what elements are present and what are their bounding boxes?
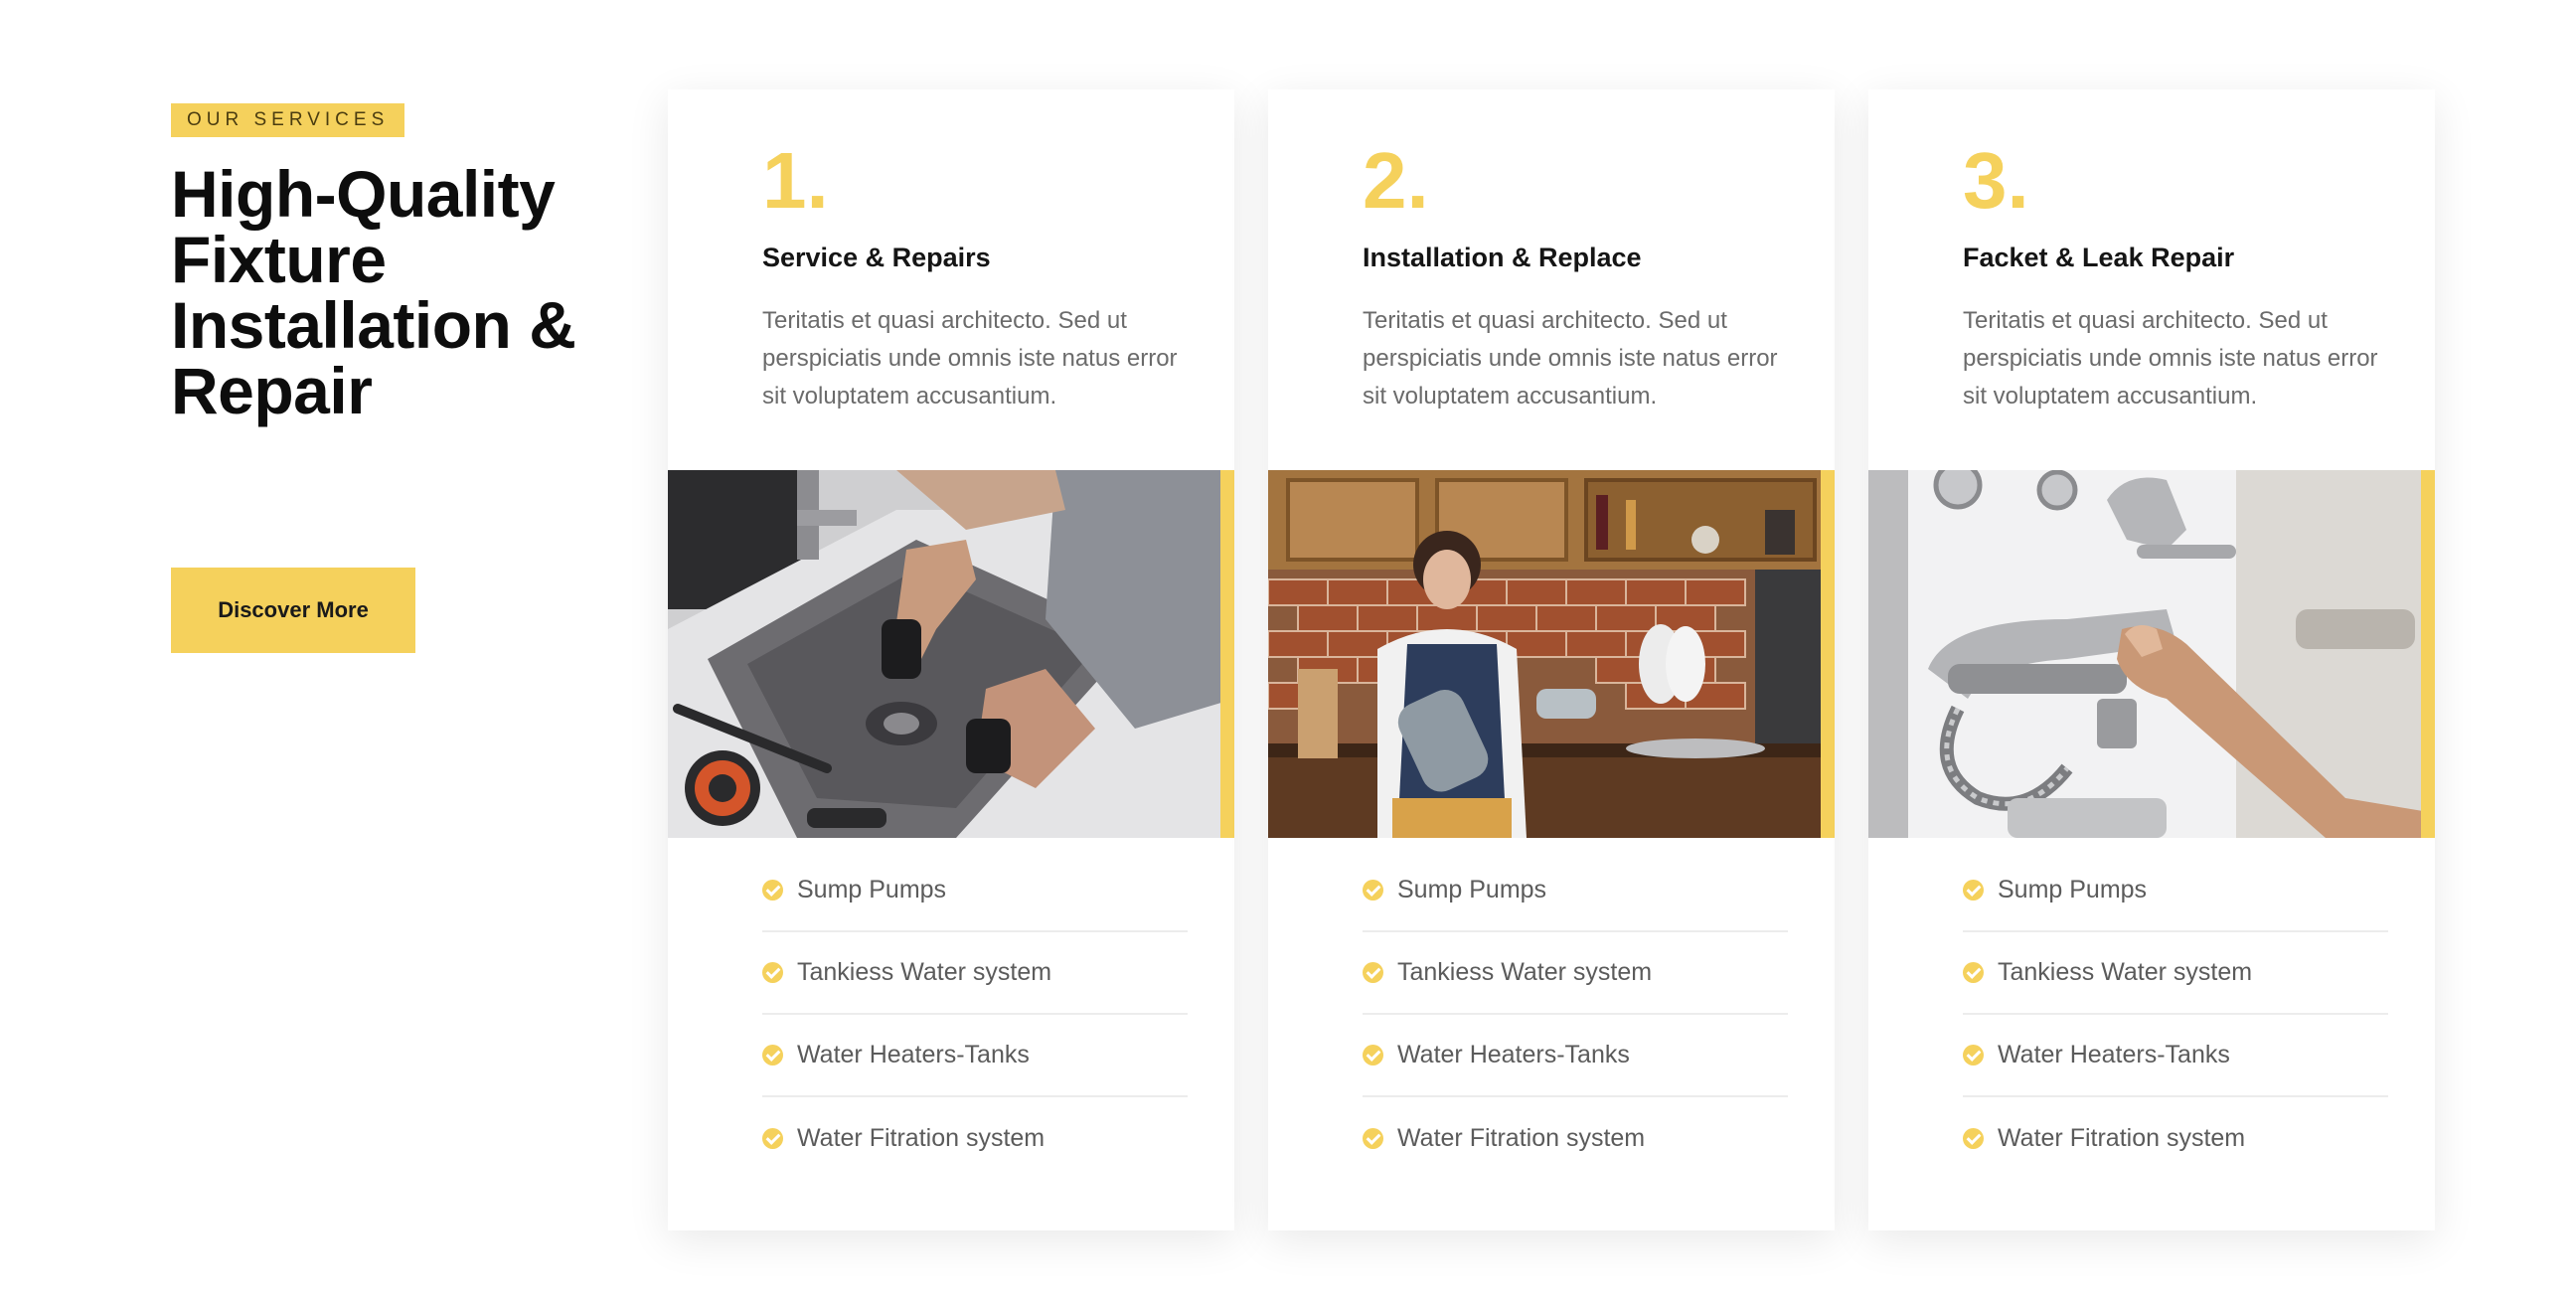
check-circle-icon: [1363, 1045, 1383, 1066]
list-item: Tankiess Water system: [1363, 932, 1788, 1015]
list-item: Water Heaters-Tanks: [1363, 1015, 1788, 1097]
card-description: Teritatis et quasi architecto. Sed ut pe…: [1363, 307, 1778, 410]
list-item: Water Fitration system: [1363, 1097, 1788, 1180]
list-item: Tankiess Water system: [1963, 932, 2388, 1015]
card-number: 3.: [1963, 136, 2029, 225]
section-eyebrow: OUR SERVICES: [171, 103, 405, 137]
card-description: Teritatis et quasi architecto. Sed ut pe…: [1963, 307, 2378, 410]
check-circle-icon: [762, 880, 783, 901]
check-circle-icon: [1363, 880, 1383, 901]
check-circle-icon: [1363, 1128, 1383, 1149]
check-circle-icon: [1963, 1128, 1984, 1149]
check-circle-icon: [762, 1045, 783, 1066]
card-number: 1.: [762, 136, 829, 225]
check-circle-icon: [1963, 880, 1984, 901]
feature-list: Sump Pumps Tankiess Water system Water H…: [1963, 850, 2388, 1180]
service-card-3: 3. Facket & Leak Repair Teritatis et qua…: [1868, 89, 2435, 1230]
plumber-sink-photo: [668, 470, 1234, 838]
list-item: Sump Pumps: [762, 850, 1188, 932]
list-item: Tankiess Water system: [762, 932, 1188, 1015]
faucet-display-photo: [1868, 470, 2435, 838]
card-title[interactable]: Installation & Replace: [1363, 243, 1642, 273]
card-title[interactable]: Facket & Leak Repair: [1963, 243, 2234, 273]
check-circle-icon: [1963, 962, 1984, 983]
list-item: Sump Pumps: [1963, 850, 2388, 932]
card-accent-bar: [1821, 470, 1835, 838]
card-accent-bar: [1220, 470, 1234, 838]
discover-more-button[interactable]: Discover More: [171, 568, 415, 653]
list-item: Water Heaters-Tanks: [1963, 1015, 2388, 1097]
list-item: Water Fitration system: [762, 1097, 1188, 1180]
card-number: 2.: [1363, 136, 1429, 225]
service-card-2: 2. Installation & Replace Teritatis et q…: [1268, 89, 1835, 1230]
list-item: Water Heaters-Tanks: [762, 1015, 1188, 1097]
check-circle-icon: [1363, 962, 1383, 983]
section-headline: High-Quality Fixture Installation & Repa…: [171, 157, 576, 427]
check-circle-icon: [1963, 1045, 1984, 1066]
card-description: Teritatis et quasi architecto. Sed ut pe…: [762, 307, 1178, 410]
services-intro: OUR SERVICES High-Quality Fixture Instal…: [171, 103, 628, 423]
check-circle-icon: [762, 962, 783, 983]
check-circle-icon: [762, 1128, 783, 1149]
card-title[interactable]: Service & Repairs: [762, 243, 991, 273]
card-accent-bar: [2421, 470, 2435, 838]
service-card-1: 1. Service & Repairs Teritatis et quasi …: [668, 89, 1234, 1230]
list-item: Sump Pumps: [1363, 850, 1788, 932]
services-section: OUR SERVICES High-Quality Fixture Instal…: [0, 0, 2576, 1312]
list-item: Water Fitration system: [1963, 1097, 2388, 1180]
feature-list: Sump Pumps Tankiess Water system Water H…: [1363, 850, 1788, 1180]
feature-list: Sump Pumps Tankiess Water system Water H…: [762, 850, 1188, 1180]
kitchen-worker-photo: [1268, 470, 1835, 838]
